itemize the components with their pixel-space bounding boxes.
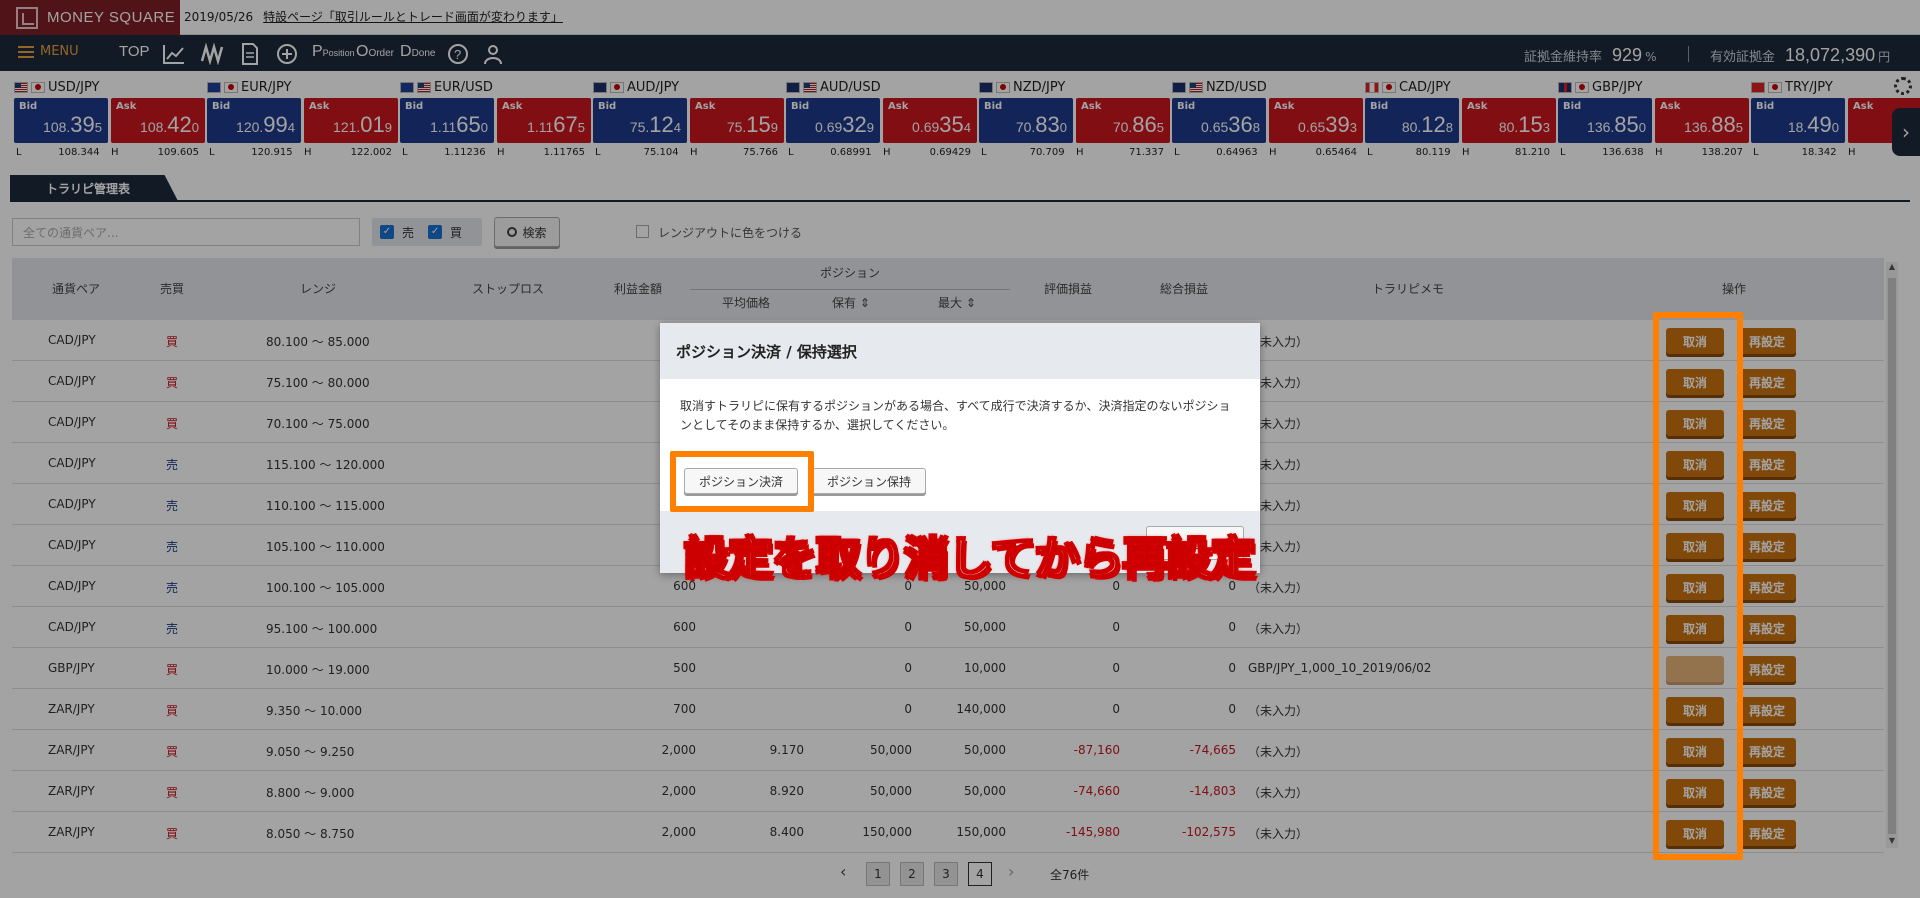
dialog-body: 取消すトラリピに保有するポジションがある場合、すべて成行で決済するか、決済指定の… bbox=[680, 399, 1231, 432]
annotation-caption: 設定を取り消してから再設定 bbox=[683, 531, 1257, 586]
highlight-settle-button bbox=[670, 451, 814, 512]
dialog-title: ポジション決済 / 保持選択 bbox=[660, 323, 1260, 379]
app: { "brand": {"logo": "MONEY SQUARE"}, "no… bbox=[0, 0, 1920, 898]
keep-position-button[interactable]: ポジション保持 bbox=[812, 468, 926, 494]
highlight-cancel-column bbox=[1653, 312, 1743, 860]
